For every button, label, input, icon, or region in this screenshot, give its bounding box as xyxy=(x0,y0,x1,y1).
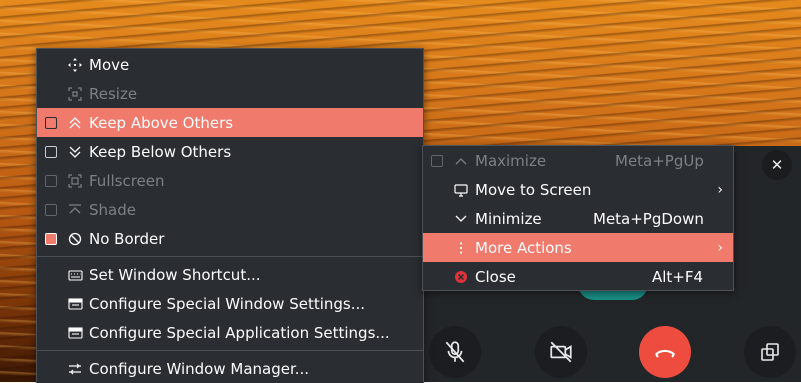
menu-separator xyxy=(37,256,423,257)
fullscreen-icon xyxy=(67,173,83,189)
chevron-down-icon xyxy=(453,211,469,227)
window-submenu: Maximize Meta+PgUp Move to Screen › Mini… xyxy=(422,145,734,291)
camera-off-icon xyxy=(550,341,572,363)
menu-item-no-border[interactable]: No Border xyxy=(37,224,423,253)
menu-item-minimize[interactable]: Minimize Meta+PgDown xyxy=(423,204,733,233)
no-border-icon xyxy=(67,231,83,247)
mute-microphone-button[interactable] xyxy=(429,326,481,378)
menu-item-keep-below[interactable]: Keep Below Others xyxy=(37,137,423,166)
hang-up-button[interactable] xyxy=(639,326,691,378)
window-context-menu: Move Resize Keep Above Others Keep Below… xyxy=(36,48,424,383)
microphone-muted-icon xyxy=(445,341,465,363)
menu-item-more-actions[interactable]: More Actions › xyxy=(423,233,733,262)
toggle-camera-button[interactable] xyxy=(535,326,587,378)
more-vertical-icon xyxy=(453,240,469,256)
close-circle-icon xyxy=(453,269,469,285)
menu-item-fullscreen[interactable]: Fullscreen xyxy=(37,166,423,195)
close-icon: ✕ xyxy=(770,156,784,174)
menu-item-window-manager[interactable]: Configure Window Manager... xyxy=(37,354,423,383)
chevron-right-icon: › xyxy=(717,181,723,198)
keep-above-checkbox[interactable] xyxy=(45,116,57,129)
maximize-checkbox[interactable] xyxy=(431,154,443,167)
menu-item-maximize[interactable]: Maximize Meta+PgUp xyxy=(423,146,733,175)
menu-item-shade[interactable]: Shade xyxy=(37,195,423,224)
keep-below-checkbox[interactable] xyxy=(45,145,57,158)
switch-window-button[interactable] xyxy=(744,326,796,378)
shade-icon xyxy=(67,202,83,218)
window-settings-icon xyxy=(67,296,83,312)
shade-checkbox[interactable] xyxy=(45,203,57,216)
keyboard-icon xyxy=(67,267,83,283)
phone-hangup-icon xyxy=(655,349,675,358)
menu-separator xyxy=(37,350,423,351)
monitor-icon xyxy=(453,182,469,198)
chevron-double-up-icon xyxy=(67,115,83,131)
menu-item-special-app[interactable]: Configure Special Application Settings..… xyxy=(37,318,423,347)
chevron-right-icon: › xyxy=(717,239,723,256)
move-arrows-icon xyxy=(67,57,83,73)
windows-icon xyxy=(761,343,779,361)
menu-item-resize[interactable]: Resize xyxy=(37,79,423,108)
no-border-checkbox[interactable] xyxy=(45,232,57,245)
menu-item-keep-above[interactable]: Keep Above Others xyxy=(37,108,423,137)
call-close-button[interactable]: ✕ xyxy=(762,150,792,180)
application-settings-icon xyxy=(67,325,83,341)
fullscreen-checkbox[interactable] xyxy=(45,174,57,187)
chevron-double-down-icon xyxy=(67,144,83,160)
menu-item-move-to-screen[interactable]: Move to Screen › xyxy=(423,175,733,204)
maximize-shortcut: Meta+PgUp xyxy=(615,151,704,170)
resize-icon xyxy=(67,86,83,102)
sliders-icon xyxy=(67,361,83,377)
menu-item-close[interactable]: Close Alt+F4 xyxy=(423,262,733,291)
chevron-up-icon xyxy=(453,153,469,169)
menu-item-special-window[interactable]: Configure Special Window Settings... xyxy=(37,289,423,318)
minimize-shortcut: Meta+PgDown xyxy=(593,209,704,228)
menu-item-set-shortcut[interactable]: Set Window Shortcut... xyxy=(37,260,423,289)
menu-item-move[interactable]: Move xyxy=(37,50,423,79)
close-shortcut: Alt+F4 xyxy=(652,267,704,286)
